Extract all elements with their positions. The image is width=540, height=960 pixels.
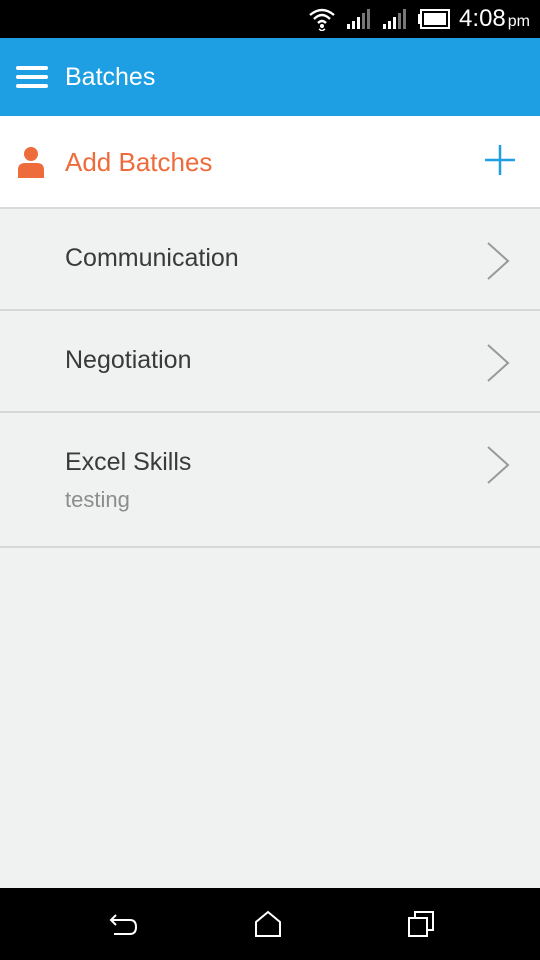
batch-title: Communication xyxy=(65,244,239,272)
page-title: Batches xyxy=(65,63,156,91)
add-batches-label: Add Batches xyxy=(65,147,213,177)
batch-title: Negotiation xyxy=(65,346,192,374)
wifi-icon xyxy=(309,8,335,31)
signal-icon xyxy=(383,9,406,29)
app-bar: Batches xyxy=(0,38,540,116)
list-item[interactable]: Negotiation xyxy=(0,311,540,413)
screen: 4:08 pm Batches Add Batches Communication… xyxy=(0,0,540,960)
navigation-bar xyxy=(0,888,540,960)
add-batches-button[interactable]: Add Batches xyxy=(0,116,540,209)
batch-subtitle: testing xyxy=(65,487,130,512)
chevron-right-icon xyxy=(487,242,510,280)
plus-icon[interactable] xyxy=(484,144,516,176)
time-ampm: pm xyxy=(507,13,530,30)
status-time: 4:08 pm xyxy=(459,5,530,36)
batch-title: Excel Skills xyxy=(65,448,192,476)
battery-icon xyxy=(418,9,450,29)
time-value: 4:08 xyxy=(459,5,506,32)
signal-icon xyxy=(347,9,370,29)
recent-apps-icon[interactable] xyxy=(405,908,437,940)
status-bar: 4:08 pm xyxy=(0,0,540,38)
batch-list: Communication Negotiation Excel Skills t… xyxy=(0,209,540,548)
list-item[interactable]: Excel Skills testing xyxy=(0,413,540,548)
chevron-right-icon xyxy=(487,446,510,484)
home-icon[interactable] xyxy=(252,908,284,940)
chevron-right-icon xyxy=(487,344,510,382)
hamburger-menu-icon[interactable] xyxy=(16,66,48,90)
list-item[interactable]: Communication xyxy=(0,209,540,311)
back-icon[interactable] xyxy=(106,908,138,940)
person-icon xyxy=(18,147,44,178)
status-icons xyxy=(308,6,450,32)
